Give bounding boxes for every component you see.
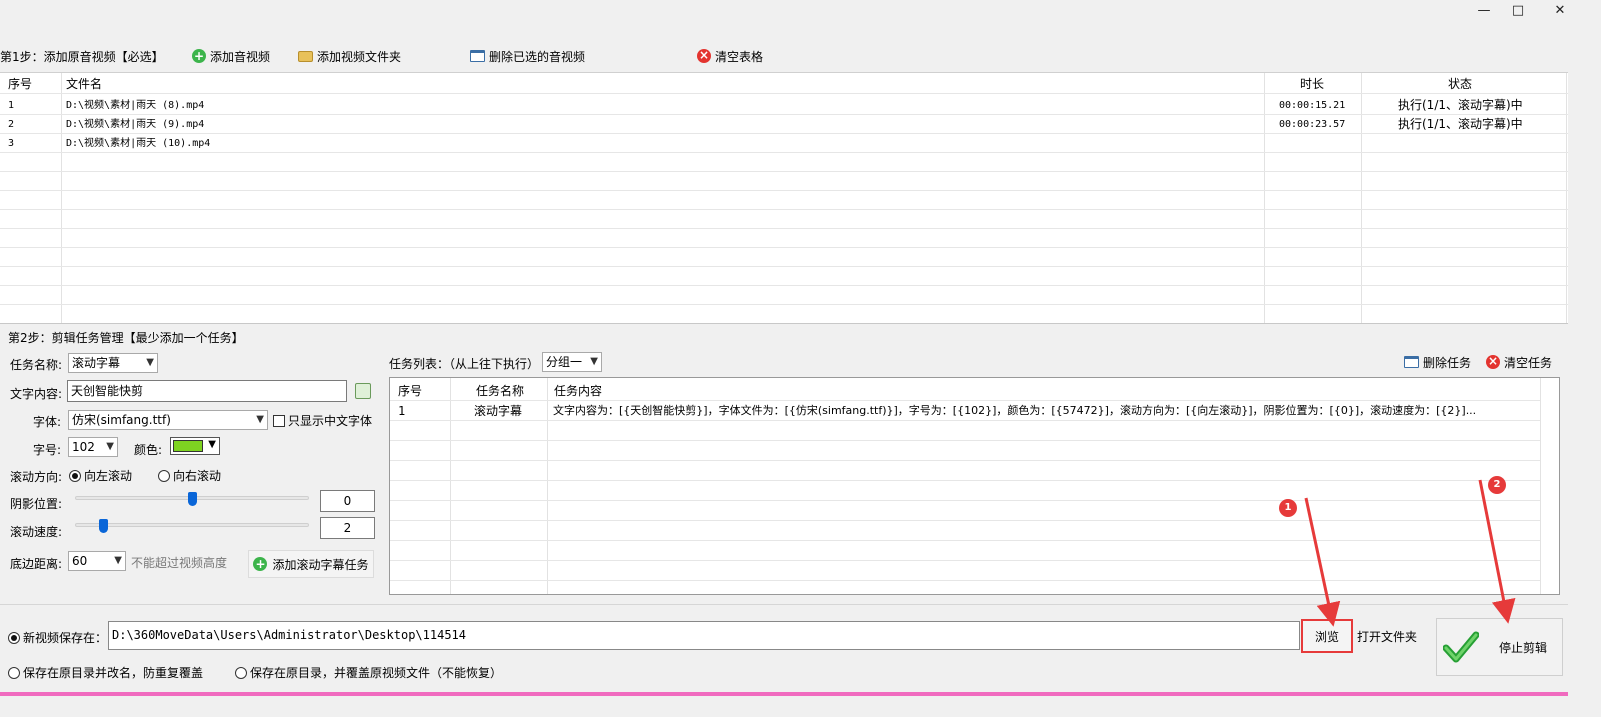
arrow-to-browse — [1304, 497, 1341, 627]
annotation-arrows — [1304, 479, 1516, 627]
annotation-marker-2: 2 — [1488, 476, 1506, 494]
arrow-to-stop — [1478, 479, 1516, 624]
annotation-marker-1: 1 — [1279, 499, 1297, 517]
